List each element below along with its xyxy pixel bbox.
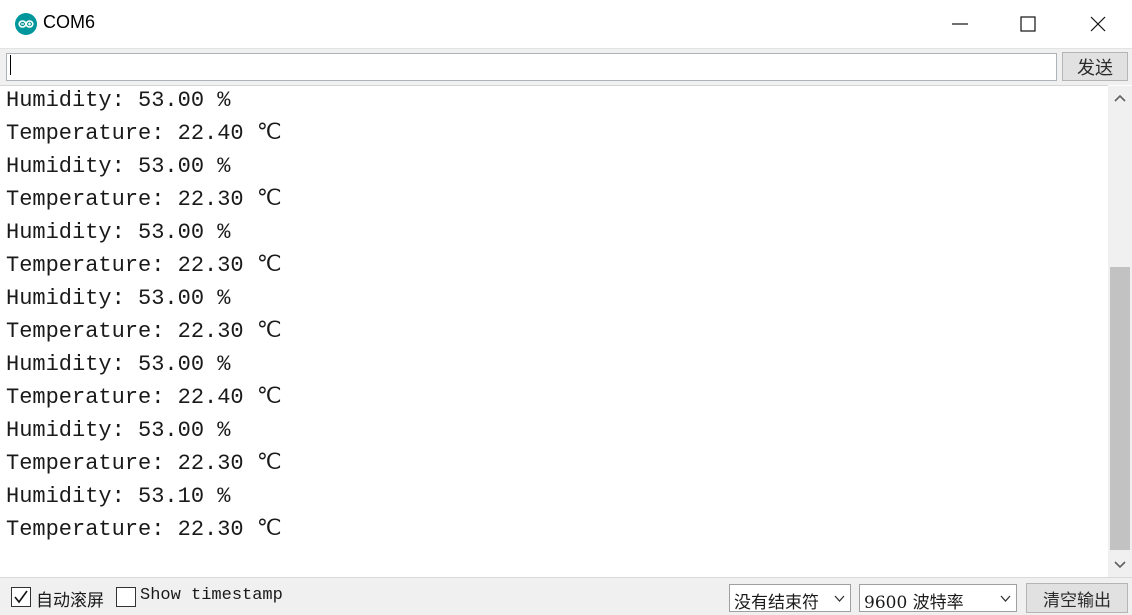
- serial-send-input[interactable]: [6, 53, 1057, 81]
- checkmark-icon: [14, 590, 28, 604]
- serial-output[interactable]: Humidity: 53.00 % Temperature: 22.40 ℃ H…: [0, 85, 1108, 577]
- chevron-up-icon: [1114, 94, 1126, 102]
- send-bar: 发送: [0, 48, 1132, 85]
- line-ending-select[interactable]: 没有结束符: [729, 584, 851, 613]
- output-line: Humidity: 53.00 %: [6, 286, 231, 311]
- output-line: Humidity: 53.00 %: [6, 154, 231, 179]
- chevron-down-icon: [1114, 561, 1126, 569]
- minimize-button[interactable]: [925, 0, 995, 48]
- minimize-icon: [952, 23, 968, 25]
- show-timestamp-label: Show timestamp: [140, 586, 283, 605]
- clear-output-button[interactable]: 清空输出: [1026, 583, 1128, 613]
- output-line: Temperature: 22.40 ℃: [6, 121, 282, 146]
- line-ending-value: 没有结束符: [734, 593, 819, 613]
- output-line: Temperature: 22.30 ℃: [6, 517, 282, 542]
- output-line: Temperature: 22.30 ℃: [6, 319, 282, 344]
- window-title: COM6: [43, 12, 96, 32]
- show-timestamp-checkbox[interactable]: [116, 587, 136, 607]
- autoscroll-label: 自动滚屏: [36, 591, 104, 611]
- scroll-thumb[interactable]: [1110, 267, 1130, 550]
- scroll-up-button[interactable]: [1108, 86, 1132, 110]
- autoscroll-checkbox[interactable]: [11, 587, 31, 607]
- send-button[interactable]: 发送: [1062, 52, 1128, 81]
- output-line: Humidity: 53.00 %: [6, 88, 231, 113]
- status-bar: 自动滚屏 Show timestamp 没有结束符 9600 波特率 清空输出: [0, 577, 1132, 615]
- arduino-logo-icon: [15, 13, 37, 35]
- output-line: Temperature: 22.30 ℃: [6, 253, 282, 278]
- close-icon: [1090, 16, 1106, 32]
- output-line: Humidity: 53.00 %: [6, 418, 231, 443]
- maximize-icon: [1020, 16, 1036, 32]
- output-line: Temperature: 22.30 ℃: [6, 451, 282, 476]
- output-line: Temperature: 22.40 ℃: [6, 385, 282, 410]
- scroll-down-button[interactable]: [1108, 553, 1132, 577]
- close-button[interactable]: [1063, 0, 1132, 48]
- title-bar: COM6: [0, 0, 1132, 48]
- output-line: Humidity: 53.00 %: [6, 352, 231, 377]
- baud-rate-value: 9600 波特率: [864, 593, 964, 613]
- output-line: Temperature: 22.30 ℃: [6, 187, 282, 212]
- vertical-scrollbar[interactable]: [1108, 86, 1132, 577]
- chevron-down-icon: [834, 595, 845, 602]
- output-line: Humidity: 53.10 %: [6, 484, 231, 509]
- output-line: Humidity: 53.00 %: [6, 220, 231, 245]
- baud-rate-select[interactable]: 9600 波特率: [859, 584, 1017, 613]
- maximize-button[interactable]: [993, 0, 1063, 48]
- text-caret: [10, 55, 11, 75]
- chevron-down-icon: [1000, 595, 1011, 602]
